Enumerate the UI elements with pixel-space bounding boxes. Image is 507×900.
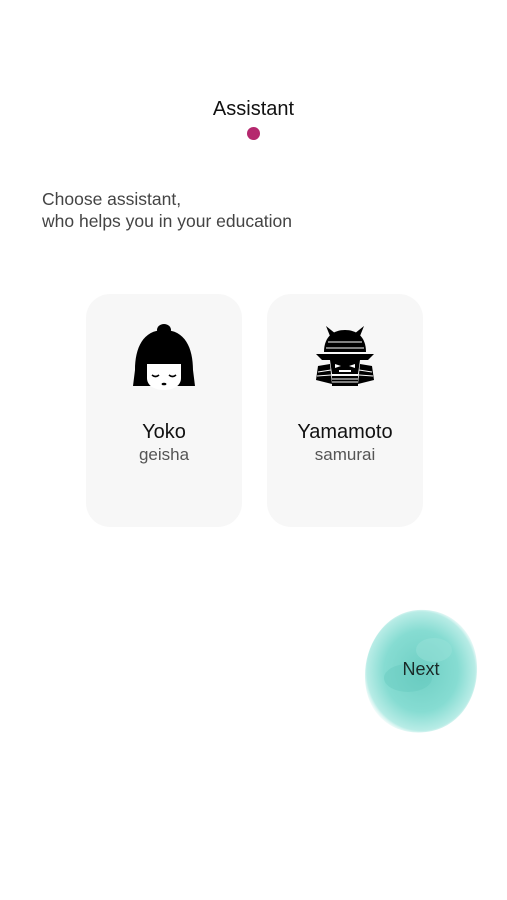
assistant-card-yoko[interactable]: Yoko geisha: [86, 294, 242, 527]
next-button[interactable]: Next: [362, 606, 480, 736]
next-button-label: Next: [402, 659, 440, 679]
intro-line-1: Choose assistant,: [42, 189, 182, 209]
intro-line-2: who helps you in your education: [42, 211, 293, 231]
assistant-name: Yamamoto: [297, 421, 393, 443]
page-title: Assistant: [212, 98, 295, 120]
samurai-helmet-icon: [310, 322, 380, 392]
step-indicator-dot: [247, 127, 260, 140]
intro-text: Choose assistant, who helps you in your …: [42, 188, 292, 232]
assistant-card-yamamoto[interactable]: Yamamoto samurai: [267, 294, 423, 527]
assistant-name: Yoko: [142, 421, 186, 443]
assistant-role: geisha: [138, 445, 190, 464]
assistant-role: samurai: [314, 445, 376, 464]
geisha-icon: [129, 322, 199, 392]
